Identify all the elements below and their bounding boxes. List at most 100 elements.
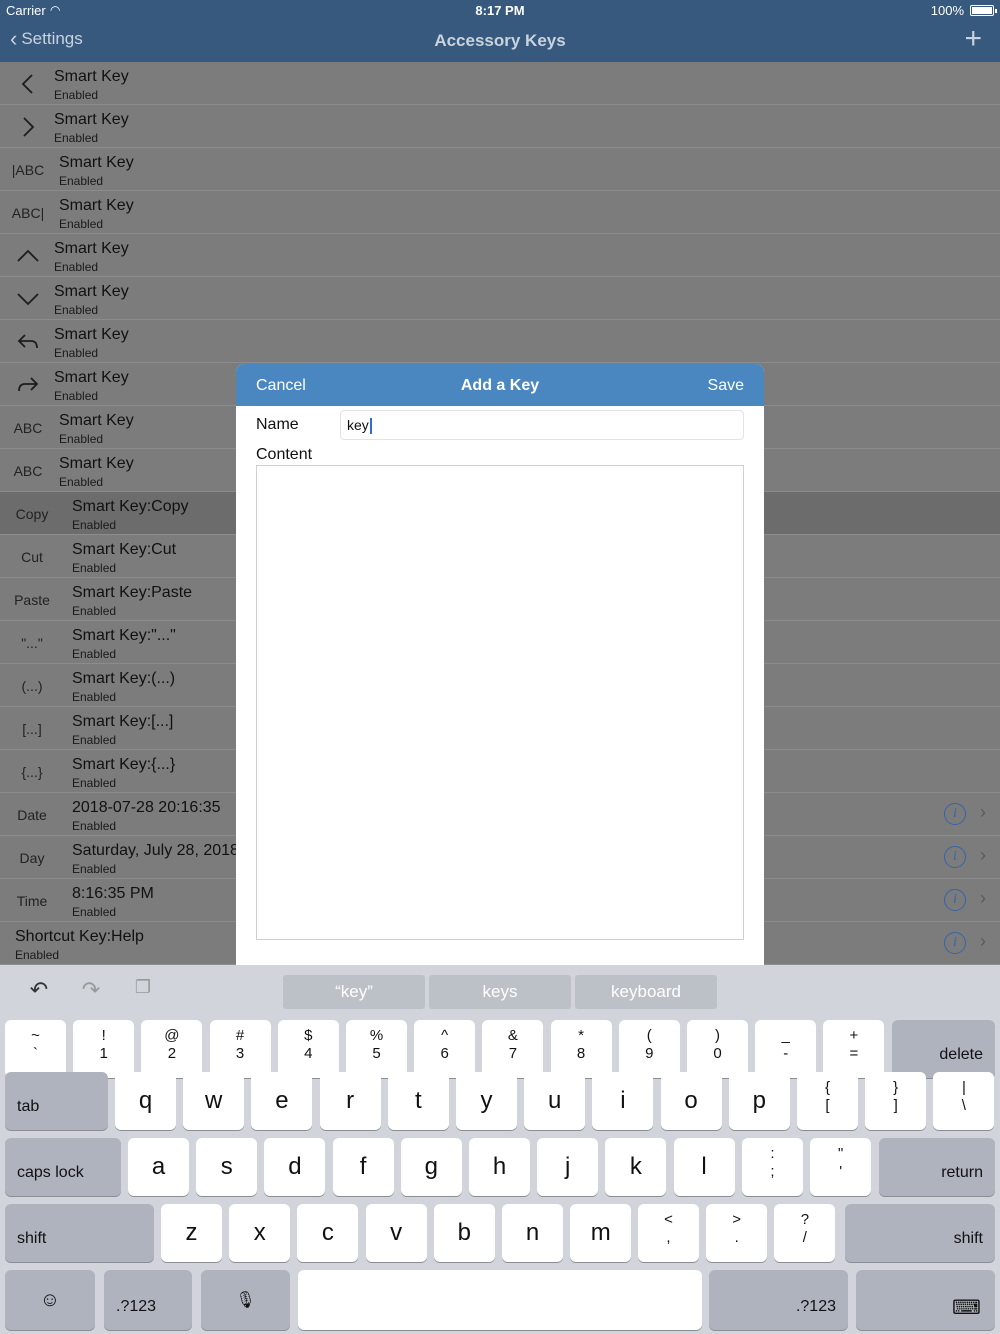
list-item-title: Smart Key:Cut [72, 541, 177, 558]
emoji-key[interactable]: ☺ [5, 1270, 95, 1330]
key-i[interactable]: i [592, 1072, 654, 1130]
key-1[interactable]: ! 1 [73, 1020, 135, 1078]
undo-icon[interactable]: ↶ [24, 977, 54, 1007]
list-item-title: Smart Key [54, 111, 129, 128]
key-u[interactable]: u [524, 1072, 586, 1130]
key-base-symbol: ; [770, 1163, 775, 1180]
delete-key-label: delete [939, 1046, 983, 1063]
key-5[interactable]: % 5 [346, 1020, 407, 1078]
key-e[interactable]: e [251, 1072, 313, 1130]
hide-keyboard-key[interactable]: ⌨ [856, 1270, 995, 1330]
list-item[interactable]: ABC| Smart Key Enabled [0, 191, 1000, 234]
caps-lock-key[interactable]: caps lock [5, 1138, 121, 1196]
key-sym[interactable]: <, [638, 1204, 699, 1262]
list-item[interactable]: Smart Key Enabled [0, 62, 1000, 105]
key-base-symbol: 7 [508, 1045, 518, 1062]
name-field[interactable]: key [340, 410, 744, 440]
key-glyph-icon: ABC [8, 449, 48, 492]
add-button[interactable]: + [964, 22, 982, 56]
info-icon[interactable]: i [944, 803, 966, 825]
suggestion-3[interactable]: keyboard [575, 975, 717, 1009]
key-sym[interactable]: ? / [774, 1204, 836, 1262]
save-button[interactable]: Save [708, 377, 744, 395]
emoji-icon: ☺ [39, 1288, 61, 1311]
key-7[interactable]: & 7 [482, 1020, 544, 1078]
key-h[interactable]: h [469, 1138, 530, 1196]
key-z[interactable]: z [161, 1204, 222, 1262]
suggestion-2[interactable]: keys [429, 975, 571, 1009]
chevron-right-icon [8, 105, 48, 148]
key-sym[interactable]: }] [865, 1072, 927, 1130]
tab-key-label: tab [17, 1098, 40, 1115]
key-j[interactable]: j [537, 1138, 599, 1196]
shift-left-key[interactable]: shift [5, 1204, 154, 1262]
key-f[interactable]: f [332, 1138, 394, 1196]
key-q[interactable]: q [115, 1072, 176, 1130]
key-8[interactable]: * 8 [550, 1020, 612, 1078]
numbers-key[interactable]: .?123 [104, 1270, 192, 1330]
content-textarea[interactable] [256, 465, 744, 940]
list-item[interactable]: Smart Key Enabled [0, 277, 1000, 320]
space-key[interactable] [298, 1270, 702, 1330]
key-11[interactable]: _ - [755, 1020, 817, 1078]
key-s[interactable]: s [196, 1138, 258, 1196]
key-base-symbol: 1 [99, 1045, 108, 1062]
key-sym[interactable]: :; [742, 1138, 803, 1196]
key-x[interactable]: x [229, 1204, 291, 1262]
key-0[interactable]: ~ ` [5, 1020, 66, 1078]
key-base-symbol: / [802, 1229, 807, 1246]
key-letter: m [590, 1219, 611, 1246]
key-w[interactable]: w [183, 1072, 245, 1130]
info-icon[interactable]: i [944, 932, 966, 954]
disclosure-chevron-icon: › [980, 888, 986, 908]
key-glyph-label: Time [16, 892, 48, 909]
list-item[interactable]: Smart Key Enabled [0, 320, 1000, 363]
key-9[interactable]: (9 [618, 1020, 680, 1078]
key-m[interactable]: m [570, 1204, 632, 1262]
list-item[interactable]: Smart Key Enabled [0, 105, 1000, 148]
key-sym[interactable]: {[ [797, 1072, 858, 1130]
key-6[interactable]: ^ 6 [414, 1020, 476, 1078]
tab-key[interactable]: tab [5, 1072, 108, 1130]
key-r[interactable]: r [319, 1072, 381, 1130]
list-item[interactable]: Smart Key Enabled [0, 234, 1000, 277]
delete-key[interactable]: delete [892, 1020, 995, 1078]
key-n[interactable]: n [502, 1204, 563, 1262]
return-key[interactable]: return [879, 1138, 995, 1196]
key-4[interactable]: $4 [277, 1020, 339, 1078]
key-y[interactable]: y [456, 1072, 517, 1130]
key-d[interactable]: d [264, 1138, 326, 1196]
list-item[interactable]: |ABC Smart Key Enabled [0, 148, 1000, 191]
numbers-key-right[interactable]: .?123 [709, 1270, 848, 1330]
key-l[interactable]: l [673, 1138, 735, 1196]
paste-icon[interactable]: ❐ [128, 977, 158, 1007]
key-t[interactable]: t [387, 1072, 449, 1130]
key-g[interactable]: g [400, 1138, 462, 1196]
info-icon[interactable]: i [944, 889, 966, 911]
key-2[interactable]: @2 [141, 1020, 203, 1078]
key-letter: y [480, 1087, 493, 1114]
redo-icon[interactable]: ↷ [76, 977, 106, 1007]
list-item-status: Enabled [54, 88, 99, 102]
key-sym[interactable]: | \ [933, 1072, 995, 1130]
key-a[interactable]: a [128, 1138, 189, 1196]
key-v[interactable]: v [365, 1204, 427, 1262]
key-base-symbol: ] [893, 1097, 898, 1114]
key-10[interactable]: ) 0 [687, 1020, 748, 1078]
info-icon[interactable]: i [944, 846, 966, 868]
key-sym[interactable]: >. [706, 1204, 768, 1262]
key-base-symbol: - [783, 1045, 789, 1062]
key-12[interactable]: + = [823, 1020, 885, 1078]
key-o[interactable]: o [660, 1072, 722, 1130]
key-c[interactable]: c [297, 1204, 359, 1262]
key-k[interactable]: k [605, 1138, 667, 1196]
key-base-symbol: = [849, 1045, 859, 1062]
key-3[interactable]: #3 [209, 1020, 271, 1078]
key-sym[interactable]: " ' [810, 1138, 872, 1196]
key-b[interactable]: b [433, 1204, 495, 1262]
suggestion-1[interactable]: “key” [283, 975, 425, 1009]
shift-right-key[interactable]: shift [845, 1204, 995, 1262]
list-item-status: Enabled [54, 389, 99, 403]
key-p[interactable]: p [728, 1072, 790, 1130]
dictation-key[interactable]: 🎙 [201, 1270, 290, 1330]
